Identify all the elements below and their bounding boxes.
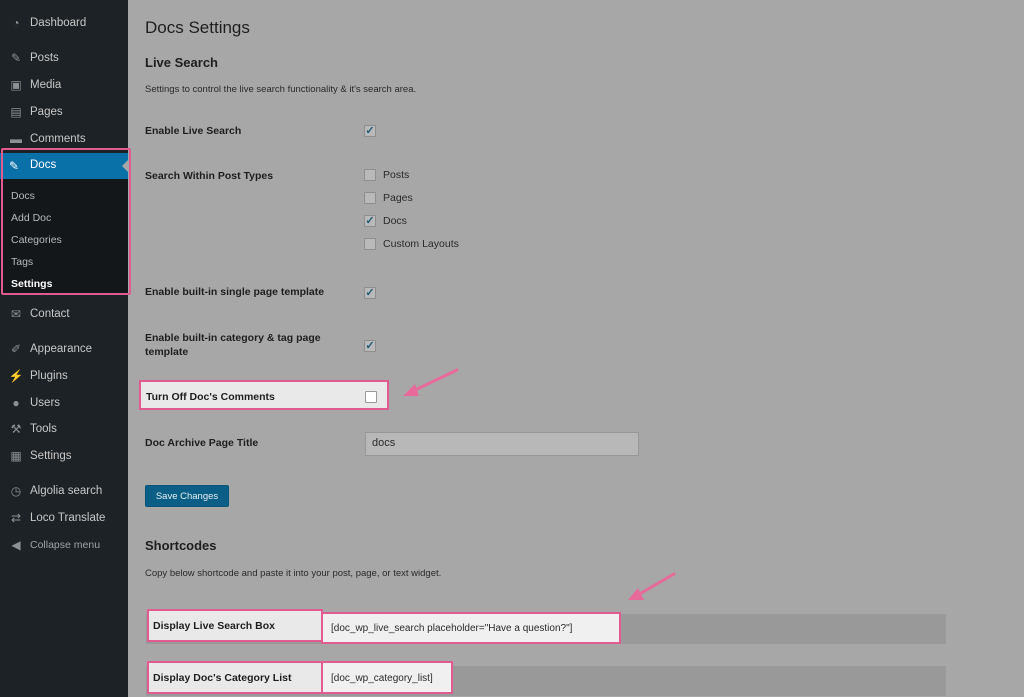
translate-icon: ⇄ [10,511,22,525]
checkmark-icon: ✓ [365,125,375,137]
stopwatch-icon: ◷ [10,484,22,498]
page-title: Docs Settings [145,18,250,37]
post-type-pages-label: Pages [383,192,413,204]
checkmark-icon: ✓ [365,340,375,352]
sidebar-item-loco-translate[interactable]: ⇄ Loco Translate [0,505,128,531]
mail-icon: ✉ [10,307,22,321]
sidebar-item-users[interactable]: ● Users [0,390,128,416]
post-type-custom-layouts-checkbox[interactable] [364,238,376,250]
save-changes-button[interactable]: Save Changes [145,485,229,507]
admin-sidebar: ◔ Dashboard ✎ Posts ▣ Media ▤ Pages ▬ Co… [0,0,128,697]
sidebar-item-tools[interactable]: ⚒ Tools [0,416,128,442]
sidebar-collapse-menu[interactable]: ◀ Collapse menu [0,532,128,558]
docs-menu-highlight [1,148,131,295]
archive-title-label: Doc Archive Page Title [145,437,259,449]
annotation-arrow-icon [628,572,676,600]
turn-off-comments-label: Turn Off Doc's Comments [146,391,275,403]
annotation-arrow-icon [403,368,459,396]
enable-live-search-checkbox[interactable]: ✓ [364,125,376,137]
plugin-icon: ⚡ [8,369,24,383]
enable-live-search-label: Enable Live Search [145,125,242,137]
checkmark-icon: ✓ [365,287,375,299]
media-icon: ▣ [10,78,22,92]
category-template-label: Enable built-in category & tag page temp… [145,332,321,358]
sidebar-item-posts[interactable]: ✎ Posts [0,45,128,71]
comment-icon: ▬ [10,132,22,146]
sidebar-item-appearance[interactable]: ✐ Appearance [0,336,128,362]
brush-icon: ✐ [10,342,22,356]
sidebar-item-media[interactable]: ▣ Media [0,72,128,98]
sidebar-item-algolia-search[interactable]: ◷ Algolia search [0,478,128,504]
sidebar-item-pages[interactable]: ▤ Pages [0,99,128,125]
sidebar-item-contact[interactable]: ✉ Contact [0,301,128,327]
shortcode-code-category-list[interactable]: [doc_wp_category_list] [321,661,453,694]
collapse-icon: ◀ [11,538,21,552]
shortcodes-description: Copy below shortcode and paste it into y… [145,568,442,579]
shortcode-label-category-list: Display Doc's Category List [147,661,323,694]
post-type-pages-checkbox[interactable] [364,192,376,204]
sidebar-item-dashboard[interactable]: ◔ Dashboard [0,10,128,36]
turn-off-comments-checkbox[interactable] [365,391,377,403]
sidebar-item-settings[interactable]: ▦ Settings [0,443,128,469]
archive-title-input[interactable]: docs [365,432,639,456]
user-icon: ● [12,396,20,410]
shortcode-code-live-search[interactable]: [doc_wp_live_search placeholder="Have a … [321,612,621,644]
dashboard-icon: ◔ [12,16,20,30]
turn-off-comments-row: Turn Off Doc's Comments [139,380,389,410]
post-type-docs-label: Docs [383,215,407,227]
section-heading-live-search: Live Search [145,55,218,70]
post-types-label: Search Within Post Types [145,170,274,182]
section-description: Settings to control the live search func… [145,84,417,95]
post-type-custom-layouts-label: Custom Layouts [383,238,459,250]
category-template-checkbox[interactable]: ✓ [364,340,376,352]
post-type-docs-checkbox[interactable]: ✓ [364,215,376,227]
shortcode-label-live-search: Display Live Search Box [147,609,323,642]
single-template-label: Enable built-in single page template [145,286,325,298]
settings-icon: ▦ [10,449,22,463]
post-type-posts-checkbox[interactable] [364,169,376,181]
post-type-posts-label: Posts [383,169,410,181]
section-heading-shortcodes: Shortcodes [145,538,217,553]
sidebar-item-plugins[interactable]: ⚡ Plugins [0,363,128,389]
single-template-checkbox[interactable]: ✓ [364,287,376,299]
wrench-icon: ⚒ [10,422,22,436]
pages-icon: ▤ [10,105,22,119]
checkmark-icon: ✓ [365,215,375,227]
pin-icon: ✎ [10,51,22,65]
